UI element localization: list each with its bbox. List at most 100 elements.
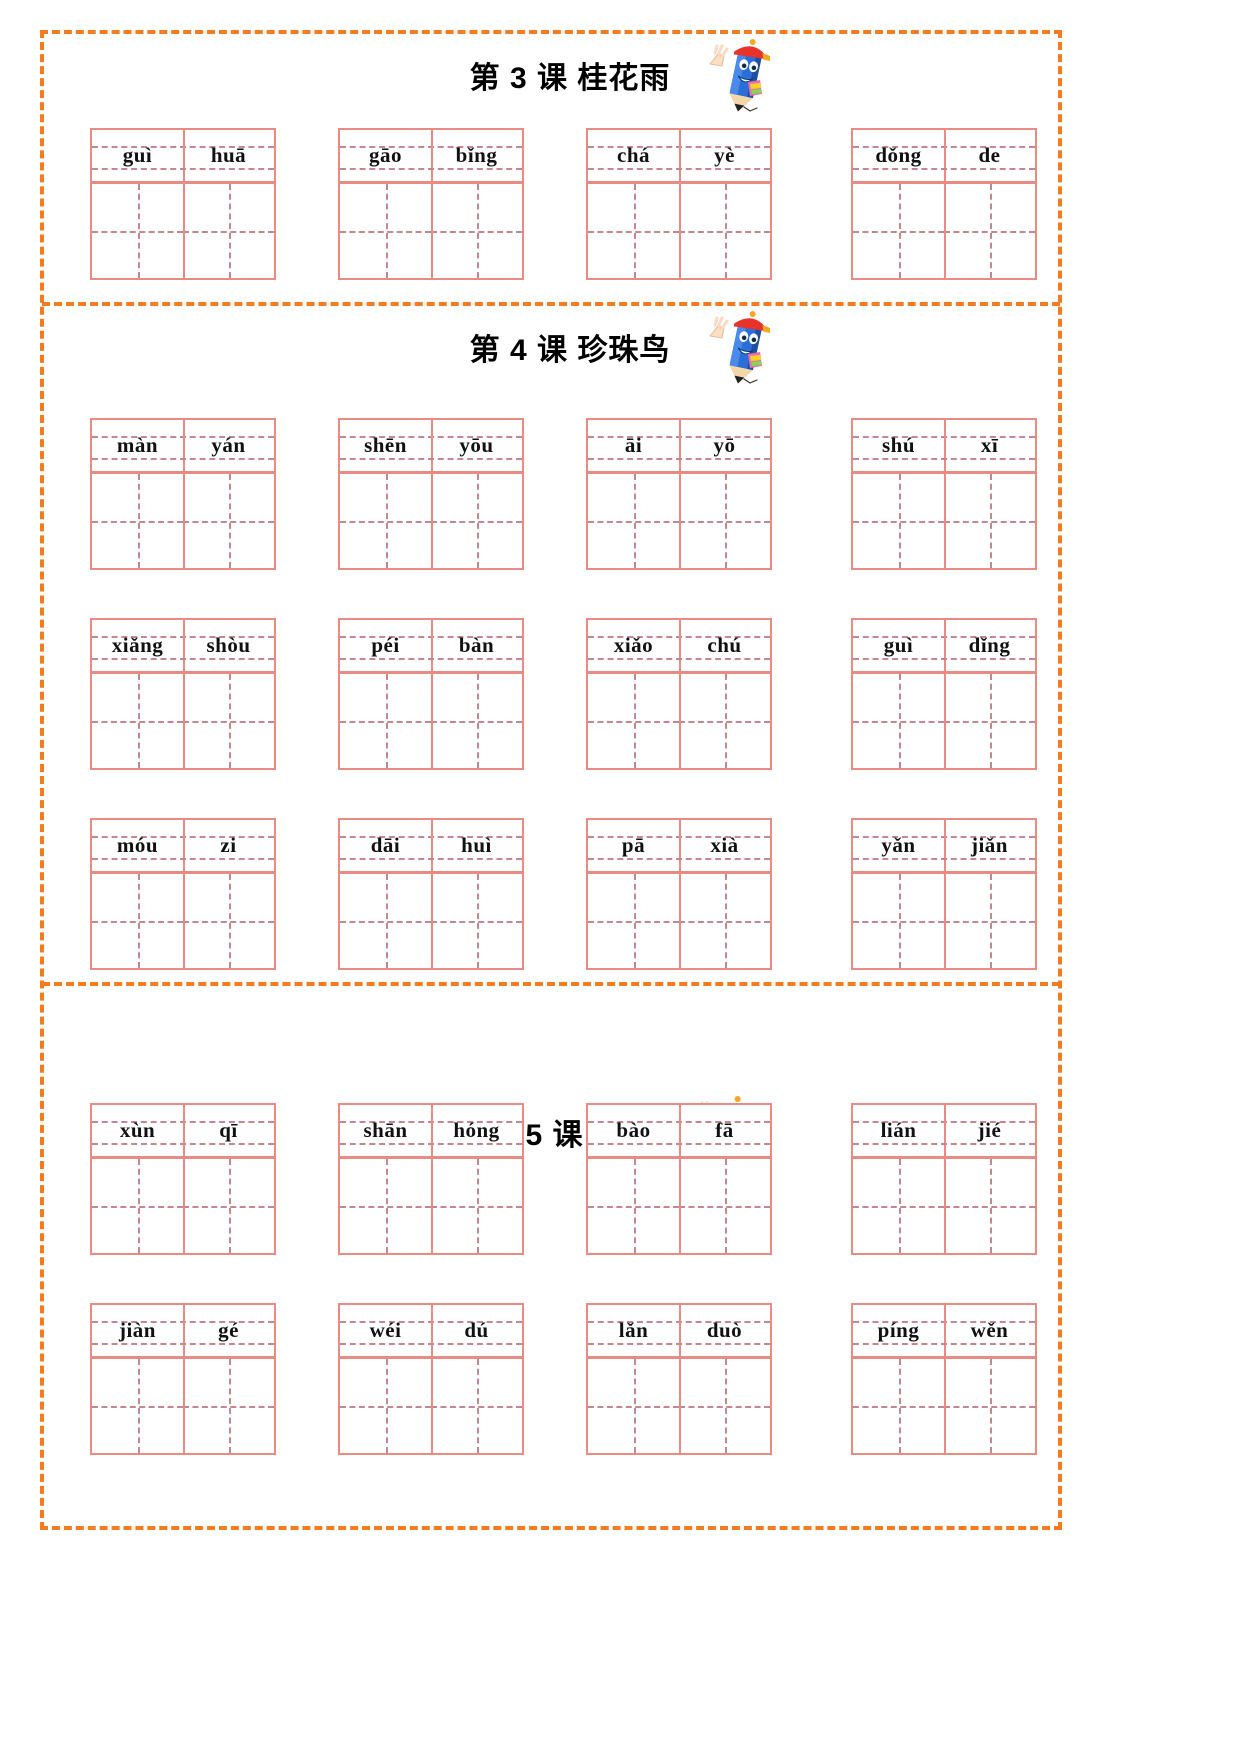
word-box[interactable]: péi bàn bbox=[338, 618, 524, 770]
tianzige-cell-2[interactable] bbox=[431, 1359, 522, 1453]
tianzige-cell-2[interactable] bbox=[944, 474, 1035, 568]
tianzige-cell-2[interactable] bbox=[431, 874, 522, 968]
tianzige-cell-1[interactable] bbox=[340, 474, 431, 568]
word-box[interactable]: wéi dú bbox=[338, 1303, 524, 1455]
tianzige-cell-1[interactable] bbox=[340, 184, 431, 278]
word-box[interactable]: màn yán bbox=[90, 418, 276, 570]
tianzige-writing-area[interactable] bbox=[586, 674, 772, 770]
tianzige-cell-2[interactable] bbox=[679, 184, 770, 278]
tianzige-cell-1[interactable] bbox=[853, 874, 944, 968]
tianzige-cell-2[interactable] bbox=[944, 1159, 1035, 1253]
tianzige-cell-2[interactable] bbox=[431, 1159, 522, 1253]
word-box[interactable]: guì huā bbox=[90, 128, 276, 280]
word-box[interactable]: chá yè bbox=[586, 128, 772, 280]
tianzige-horizontal-guide bbox=[944, 521, 1035, 523]
tianzige-writing-area[interactable] bbox=[338, 674, 524, 770]
tianzige-cell-1[interactable] bbox=[588, 1359, 679, 1453]
tianzige-writing-area[interactable] bbox=[586, 874, 772, 970]
tianzige-writing-area[interactable] bbox=[851, 1159, 1037, 1255]
tianzige-cell-2[interactable] bbox=[679, 874, 770, 968]
tianzige-writing-area[interactable] bbox=[338, 874, 524, 970]
tianzige-cell-1[interactable] bbox=[92, 184, 183, 278]
tianzige-cell-1[interactable] bbox=[92, 874, 183, 968]
tianzige-cell-1[interactable] bbox=[340, 1359, 431, 1453]
word-box[interactable]: xiǎo chú bbox=[586, 618, 772, 770]
word-box[interactable]: shú xī bbox=[851, 418, 1037, 570]
tianzige-cell-2[interactable] bbox=[679, 474, 770, 568]
tianzige-cell-1[interactable] bbox=[588, 674, 679, 768]
word-box[interactable]: dǒng de bbox=[851, 128, 1037, 280]
tianzige-cell-2[interactable] bbox=[183, 674, 274, 768]
tianzige-cell-2[interactable] bbox=[679, 674, 770, 768]
tianzige-cell-1[interactable] bbox=[92, 1159, 183, 1253]
tianzige-cell-1[interactable] bbox=[92, 674, 183, 768]
word-box[interactable]: pā xià bbox=[586, 818, 772, 970]
tianzige-writing-area[interactable] bbox=[90, 874, 276, 970]
tianzige-cell-2[interactable] bbox=[944, 874, 1035, 968]
pinyin-staff: bào fā bbox=[586, 1103, 772, 1159]
tianzige-writing-area[interactable] bbox=[338, 1359, 524, 1455]
tianzige-cell-2[interactable] bbox=[679, 1359, 770, 1453]
tianzige-cell-1[interactable] bbox=[340, 1159, 431, 1253]
word-box[interactable]: lǎn duò bbox=[586, 1303, 772, 1455]
tianzige-cell-2[interactable] bbox=[431, 184, 522, 278]
tianzige-cell-1[interactable] bbox=[853, 184, 944, 278]
word-box[interactable]: xiǎng shòu bbox=[90, 618, 276, 770]
tianzige-writing-area[interactable] bbox=[586, 184, 772, 280]
tianzige-writing-area[interactable] bbox=[90, 1359, 276, 1455]
tianzige-writing-area[interactable] bbox=[586, 474, 772, 570]
tianzige-writing-area[interactable] bbox=[90, 184, 276, 280]
tianzige-writing-area[interactable] bbox=[851, 674, 1037, 770]
word-box[interactable]: shān hóng bbox=[338, 1103, 524, 1255]
tianzige-cell-1[interactable] bbox=[588, 874, 679, 968]
tianzige-cell-2[interactable] bbox=[183, 874, 274, 968]
tianzige-cell-2[interactable] bbox=[431, 474, 522, 568]
tianzige-cell-1[interactable] bbox=[853, 674, 944, 768]
frame-left-edge bbox=[40, 30, 44, 1530]
tianzige-cell-1[interactable] bbox=[92, 474, 183, 568]
tianzige-cell-1[interactable] bbox=[588, 184, 679, 278]
word-box[interactable]: āi yō bbox=[586, 418, 772, 570]
word-box[interactable]: dāi huì bbox=[338, 818, 524, 970]
word-box[interactable]: píng wěn bbox=[851, 1303, 1037, 1455]
tianzige-writing-area[interactable] bbox=[338, 184, 524, 280]
word-box[interactable]: xùn qī bbox=[90, 1103, 276, 1255]
tianzige-cell-2[interactable] bbox=[679, 1159, 770, 1253]
tianzige-cell-1[interactable] bbox=[853, 1359, 944, 1453]
word-box[interactable]: móu zi bbox=[90, 818, 276, 970]
tianzige-cell-2[interactable] bbox=[944, 674, 1035, 768]
tianzige-cell-2[interactable] bbox=[944, 184, 1035, 278]
tianzige-cell-2[interactable] bbox=[183, 1359, 274, 1453]
word-box[interactable]: gāo bǐng bbox=[338, 128, 524, 280]
word-box[interactable]: jiàn gé bbox=[90, 1303, 276, 1455]
pinyin-staff: gāo bǐng bbox=[338, 128, 524, 184]
word-box[interactable]: yǎn jiǎn bbox=[851, 818, 1037, 970]
tianzige-writing-area[interactable] bbox=[338, 474, 524, 570]
word-box[interactable]: bào fā bbox=[586, 1103, 772, 1255]
tianzige-cell-1[interactable] bbox=[588, 1159, 679, 1253]
tianzige-cell-1[interactable] bbox=[340, 874, 431, 968]
tianzige-cell-2[interactable] bbox=[183, 474, 274, 568]
tianzige-cell-2[interactable] bbox=[183, 184, 274, 278]
tianzige-cell-2[interactable] bbox=[431, 674, 522, 768]
tianzige-cell-2[interactable] bbox=[183, 1159, 274, 1253]
tianzige-cell-1[interactable] bbox=[853, 1159, 944, 1253]
word-box[interactable]: lián jié bbox=[851, 1103, 1037, 1255]
tianzige-writing-area[interactable] bbox=[338, 1159, 524, 1255]
tianzige-writing-area[interactable] bbox=[586, 1359, 772, 1455]
tianzige-writing-area[interactable] bbox=[90, 674, 276, 770]
tianzige-writing-area[interactable] bbox=[851, 1359, 1037, 1455]
tianzige-writing-area[interactable] bbox=[851, 184, 1037, 280]
tianzige-writing-area[interactable] bbox=[851, 874, 1037, 970]
word-box[interactable]: guì dǐng bbox=[851, 618, 1037, 770]
tianzige-writing-area[interactable] bbox=[851, 474, 1037, 570]
tianzige-writing-area[interactable] bbox=[586, 1159, 772, 1255]
tianzige-writing-area[interactable] bbox=[90, 1159, 276, 1255]
tianzige-cell-2[interactable] bbox=[944, 1359, 1035, 1453]
tianzige-cell-1[interactable] bbox=[588, 474, 679, 568]
tianzige-cell-1[interactable] bbox=[853, 474, 944, 568]
tianzige-cell-1[interactable] bbox=[92, 1359, 183, 1453]
tianzige-cell-1[interactable] bbox=[340, 674, 431, 768]
tianzige-writing-area[interactable] bbox=[90, 474, 276, 570]
word-box[interactable]: shēn yōu bbox=[338, 418, 524, 570]
